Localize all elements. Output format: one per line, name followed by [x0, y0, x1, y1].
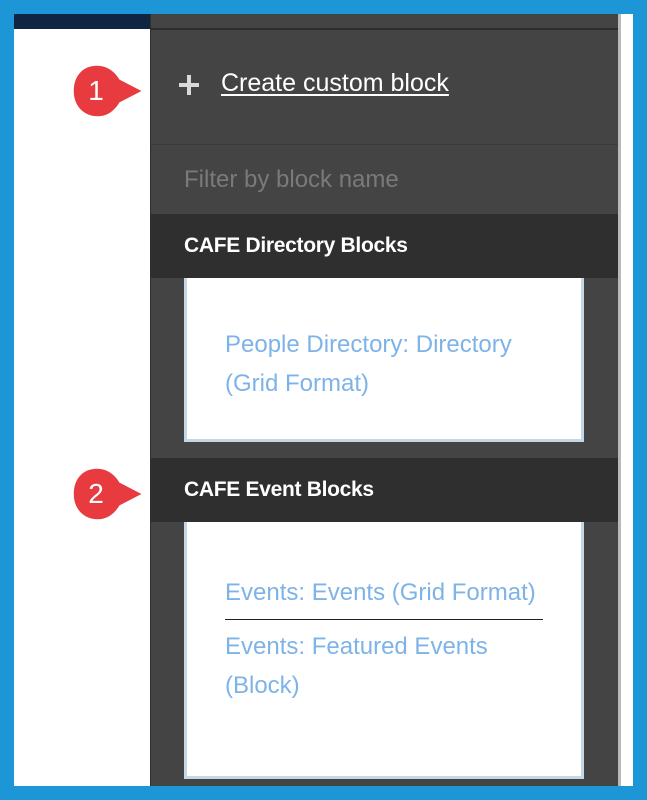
block-card-directory: People Directory: Directory (Grid Format… [184, 278, 584, 442]
block-tray: Create custom block CAFE Directory Block… [150, 14, 619, 786]
create-custom-block-link[interactable]: Create custom block [221, 69, 449, 98]
block-separator [225, 619, 543, 620]
block-link-people-directory[interactable]: People Directory: Directory (Grid Format… [187, 325, 581, 403]
callout-number: 1 [88, 75, 104, 106]
category-header-events[interactable]: CAFE Event Blocks [151, 458, 619, 522]
plus-icon[interactable] [177, 73, 201, 97]
screenshot-frame: Create custom block CAFE Directory Block… [14, 14, 633, 786]
callout-badge-2: 2 [71, 466, 143, 522]
filter-block-name-input[interactable] [151, 145, 619, 214]
page-gutter [621, 14, 633, 786]
admin-toolbar [14, 14, 150, 29]
callout-badge-1: 1 [71, 63, 143, 119]
category-header-directory[interactable]: CAFE Directory Blocks [151, 214, 619, 278]
tray-top-border [151, 28, 619, 30]
block-link-featured-events[interactable]: Events: Featured Events (Block) [187, 627, 581, 705]
block-link-events-grid[interactable]: Events: Events (Grid Format) [187, 573, 581, 612]
block-card-events: Events: Events (Grid Format) Events: Fea… [184, 522, 584, 779]
callout-number: 2 [88, 478, 104, 509]
